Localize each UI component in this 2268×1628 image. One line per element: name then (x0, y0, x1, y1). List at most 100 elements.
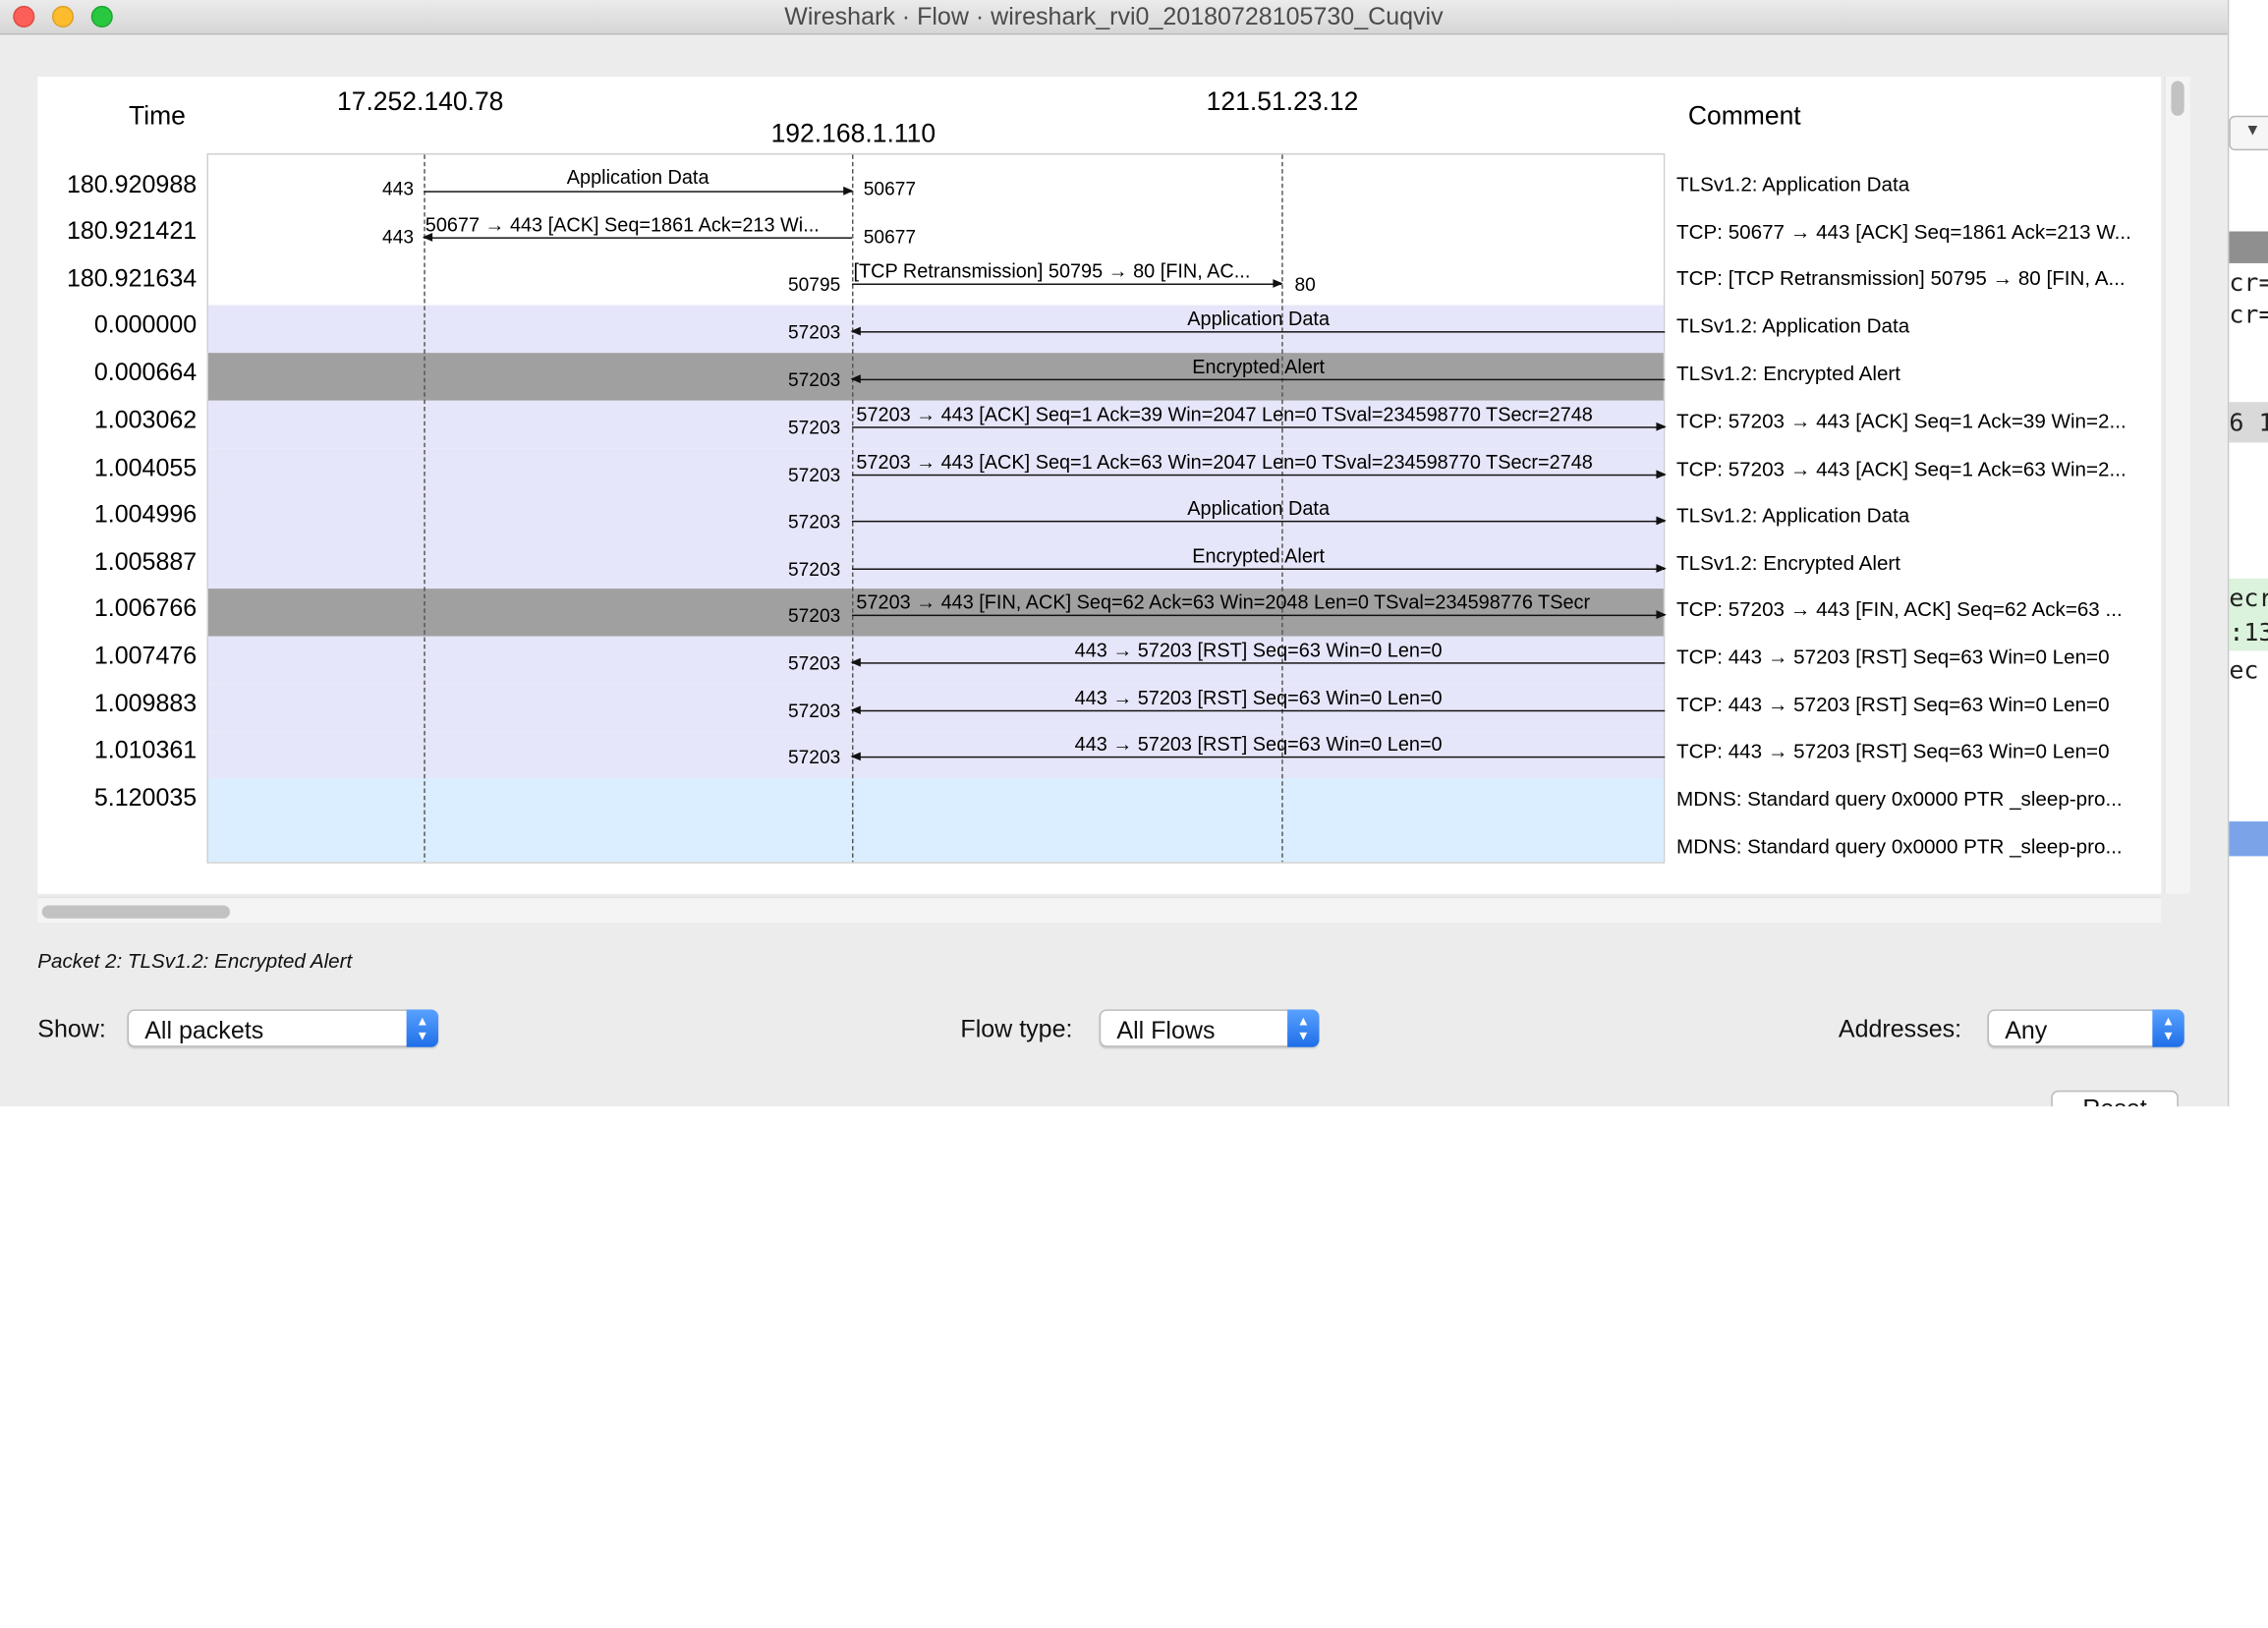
arrow-label: 443 → 57203 [RST] Seq=63 Win=0 Len=0 (1074, 733, 1443, 756)
flow-arrow (852, 421, 1667, 431)
row-band (207, 777, 1664, 863)
background-text: :13 (2229, 619, 2268, 648)
time-cell: 1.005887 (93, 547, 198, 576)
dst-port: 50677 (863, 225, 917, 248)
show-label: Show: (37, 1015, 106, 1043)
time-cell: 180.921634 (66, 264, 198, 293)
time-cell: 1.003062 (93, 406, 198, 434)
vertical-scrollbar[interactable] (2164, 77, 2190, 894)
time-cell: 180.920988 (66, 170, 198, 198)
background-row-selected (2229, 821, 2268, 857)
background-text: 6 1 (2229, 409, 2268, 439)
flow-window: Wireshark · Flow · wireshark_rvi0_201807… (0, 0, 2228, 1107)
flow-graph[interactable]: Time 17.252.140.78 192.168.1.110 121.51.… (37, 77, 2162, 894)
src-port: 57203 (788, 558, 841, 581)
flow-arrow (850, 326, 1666, 336)
background-text: ecr (2229, 584, 2268, 614)
lifeline-host-1 (424, 154, 425, 863)
comment-cell: MDNS: Standard query 0x0000 PTR _sleep-p… (1676, 834, 2123, 858)
src-port: 57203 (788, 604, 841, 627)
time-cell: 1.010361 (93, 736, 198, 764)
addresses-select[interactable]: Any ▲ ▼ (1987, 1009, 2184, 1047)
horizontal-scrollbar[interactable] (37, 896, 2162, 924)
comment-cell: TCP: 57203 → 443 [ACK] Seq=1 Ack=63 Win=… (1676, 457, 2126, 480)
time-cell: 1.004996 (93, 500, 198, 529)
src-port: 443 (382, 178, 414, 200)
updown-chevron-icon: ▲ ▼ (2152, 1009, 2184, 1047)
src-port: 57203 (788, 464, 841, 486)
src-port: 57203 (788, 320, 841, 343)
background-row-dark (2229, 231, 2268, 263)
src-port: 57203 (788, 368, 841, 391)
flow-type-select[interactable]: All Flows ▲ ▼ (1099, 1009, 1320, 1047)
src-port: 57203 (788, 651, 841, 674)
chevron-down-icon: ▼ (2247, 120, 2258, 140)
arrow-label: Application Data (1187, 497, 1330, 520)
show-select[interactable]: All packets ▲ ▼ (127, 1009, 439, 1047)
flow-arrow (850, 657, 1666, 667)
time-cell: 0.000000 (93, 310, 198, 339)
flow-arrow (850, 752, 1666, 761)
addresses-select-value: Any (2005, 1016, 2048, 1044)
addresses-label: Addresses: (1838, 1015, 1962, 1043)
src-port: 57203 (788, 416, 841, 439)
host-header-1: 17.252.140.78 (336, 86, 504, 116)
time-cell: 1.004055 (93, 454, 198, 482)
comment-cell: TCP: [TCP Retransmission] 50795 → 80 [FI… (1676, 265, 2126, 290)
arrow-label: 50677 → 443 [ACK] Seq=1861 Ack=213 Wi... (425, 213, 820, 236)
comment-cell: TLSv1.2: Application Data (1676, 503, 1910, 527)
vertical-scroll-thumb[interactable] (2171, 81, 2184, 116)
background-window-fragment: ▼ cr= cr= 6 1 ecr :13 ec (2227, 0, 2268, 1107)
comment-cell: TCP: 50677 → 443 [ACK] Seq=1861 Ack=213 … (1676, 219, 2131, 244)
arrow-label: 57203 → 443 [FIN, ACK] Seq=62 Ack=63 Win… (856, 591, 1591, 614)
src-port: 443 (382, 225, 414, 248)
comment-cell: TLSv1.2: Encrypted Alert (1676, 362, 1901, 385)
flow-arrow (852, 564, 1667, 573)
arrow-label: Application Data (566, 166, 709, 189)
flow-arrow (850, 705, 1666, 715)
time-column-header: Time (129, 101, 186, 131)
comment-cell: MDNS: Standard query 0x0000 PTR _sleep-p… (1676, 786, 2123, 811)
title-bar: Wireshark · Flow · wireshark_rvi0_201807… (0, 0, 2228, 35)
time-cell: 180.921421 (66, 216, 198, 245)
status-text: Packet 2: TLSv1.2: Encrypted Alert (37, 948, 353, 973)
comment-cell: TLSv1.2: Application Data (1676, 313, 1910, 337)
time-cell: 1.006766 (93, 593, 198, 622)
flow-type-select-value: All Flows (1116, 1016, 1216, 1044)
flow-arrow (424, 186, 854, 196)
arrow-label: Encrypted Alert (1192, 356, 1326, 378)
comment-cell: TCP: 443 → 57203 [RST] Seq=63 Win=0 Len=… (1676, 739, 2110, 762)
src-port: 57203 (788, 700, 841, 722)
host-header-3: 121.51.23.12 (1206, 86, 1359, 116)
flow-arrow (852, 470, 1667, 479)
reset-button[interactable]: Reset (2051, 1090, 2179, 1107)
background-text: ec (2229, 656, 2259, 686)
flow-arrow (852, 610, 1667, 620)
show-select-value: All packets (144, 1016, 264, 1044)
time-cell: 1.009883 (93, 690, 198, 718)
comment-cell: TLSv1.2: Application Data (1676, 172, 1910, 196)
arrow-label: 57203 → 443 [ACK] Seq=1 Ack=63 Win=2047 … (856, 451, 1593, 474)
flow-arrow (852, 279, 1283, 288)
updown-chevron-icon: ▲ ▼ (406, 1009, 439, 1047)
comment-column-header: Comment (1687, 101, 1801, 131)
background-text: cr= (2229, 268, 2268, 299)
flow-type-label: Flow type: (960, 1015, 1073, 1043)
background-dropdown: ▼ (2229, 115, 2268, 151)
src-port: 57203 (788, 510, 841, 533)
dst-port: 80 (1294, 273, 1316, 296)
horizontal-scroll-thumb[interactable] (41, 905, 231, 919)
arrow-label: [TCP Retransmission] 50795 → 80 [FIN, AC… (853, 259, 1251, 283)
comment-cell: TCP: 57203 → 443 [FIN, ACK] Seq=62 Ack=6… (1676, 596, 2123, 621)
time-cell: 1.007476 (93, 642, 198, 670)
updown-chevron-icon: ▲ ▼ (1287, 1009, 1320, 1047)
dst-port: 50677 (863, 178, 917, 200)
arrow-label: 443 → 57203 [RST] Seq=63 Win=0 Len=0 (1074, 687, 1443, 709)
window-title: Wireshark · Flow · wireshark_rvi0_201807… (784, 2, 1444, 30)
flow-arrow (852, 516, 1667, 526)
arrow-label: 57203 → 443 [ACK] Seq=1 Ack=39 Win=2047 … (856, 403, 1593, 425)
comment-cell: TLSv1.2: Encrypted Alert (1676, 550, 1901, 575)
comment-cell: TCP: 443 → 57203 [RST] Seq=63 Win=0 Len=… (1676, 693, 2110, 716)
src-port: 50795 (788, 273, 841, 296)
time-cell: 0.000664 (93, 359, 198, 387)
